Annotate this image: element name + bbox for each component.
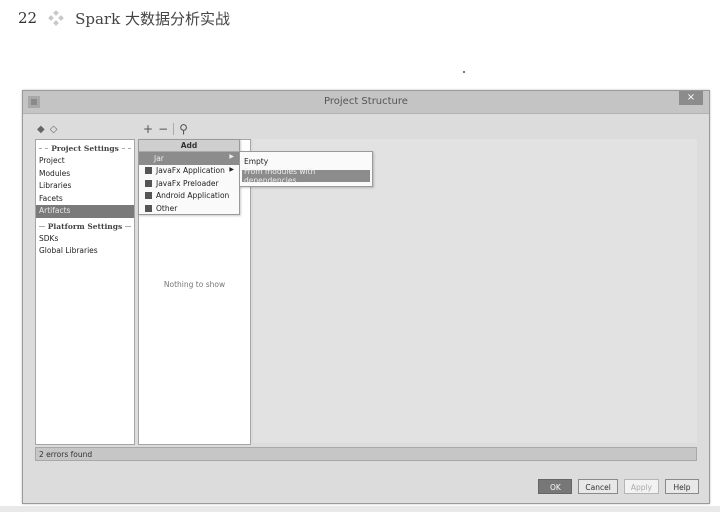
apply-button[interactable]: Apply	[623, 479, 659, 494]
sidebar-item-global-libraries[interactable]: Global Libraries	[36, 245, 134, 258]
artifact-icon	[145, 204, 152, 212]
book-header: 22 Spark 大数据分析实战	[18, 6, 230, 30]
menu-item-from-modules[interactable]: From modules with dependencies...	[242, 167, 370, 185]
menu-item-empty[interactable]: Empty	[240, 155, 372, 168]
help-button[interactable]: Help	[665, 479, 699, 494]
project-settings-header: Project Settings	[39, 144, 132, 153]
find-icon[interactable]: ⚲	[179, 122, 188, 136]
sidebar-item-facets[interactable]: Facets	[36, 193, 134, 206]
page-number: 22	[18, 9, 38, 27]
menu-item-jar[interactable]: Jar ▶	[139, 152, 239, 165]
back-icon[interactable]: ◆	[37, 124, 45, 135]
sidebar-item-project[interactable]: Project	[36, 155, 134, 168]
remove-icon[interactable]: −	[158, 122, 168, 136]
add-menu-title: Add	[139, 140, 239, 152]
artifact-icon	[145, 179, 152, 187]
sidebar-item-modules[interactable]: Modules	[36, 168, 134, 181]
artifact-icon	[145, 192, 152, 200]
project-structure-dialog: Project Structure × ◆ ◇ + − ⚲ Project Se…	[22, 90, 710, 504]
ok-button[interactable]: OK	[538, 479, 573, 494]
empty-message: Nothing to show	[163, 280, 226, 289]
jar-submenu: Empty From modules with dependencies...	[239, 151, 373, 187]
toolbar-separator	[173, 123, 175, 135]
dialog-buttons: OK Cancel Apply Help	[538, 479, 699, 494]
add-icon[interactable]: +	[143, 122, 153, 136]
status-bar: 2 errors found	[35, 447, 697, 461]
sidebar-item-libraries[interactable]: Libraries	[36, 180, 134, 193]
book-title: Spark 大数据分析实战	[75, 9, 230, 28]
submenu-arrow-icon: ▶	[229, 153, 234, 160]
menu-item-javafx-preloader[interactable]: JavaFx Preloader	[139, 177, 239, 190]
menu-item-javafx-application[interactable]: JavaFx Application ▶	[139, 165, 239, 178]
bottom-strip	[0, 506, 720, 512]
platform-settings-header: Platform Settings	[39, 222, 131, 231]
cancel-button[interactable]: Cancel	[578, 479, 618, 494]
artifact-icon	[145, 167, 152, 175]
navigation-toolbar: ◆ ◇	[37, 124, 57, 135]
sidebar-item-sdks[interactable]: SDKs	[36, 233, 134, 246]
settings-sidebar: Project Settings Project Modules Librari…	[35, 139, 135, 445]
forward-icon[interactable]: ◇	[50, 124, 58, 135]
menu-item-other[interactable]: Other	[139, 202, 239, 215]
ornament-icon	[48, 10, 64, 26]
submenu-arrow-icon: ▶	[229, 165, 234, 173]
title-bar[interactable]: Project Structure ×	[23, 91, 709, 114]
sidebar-item-artifacts[interactable]: Artifacts	[36, 205, 134, 218]
speck-mark	[463, 71, 465, 73]
window-title: Project Structure	[324, 96, 408, 107]
artifacts-toolbar: + − ⚲	[143, 122, 188, 136]
add-menu: Add Jar ▶ JavaFx Application ▶ JavaFx Pr…	[138, 139, 240, 215]
close-button[interactable]: ×	[679, 91, 703, 105]
menu-item-android-application[interactable]: Android Application	[139, 190, 239, 203]
